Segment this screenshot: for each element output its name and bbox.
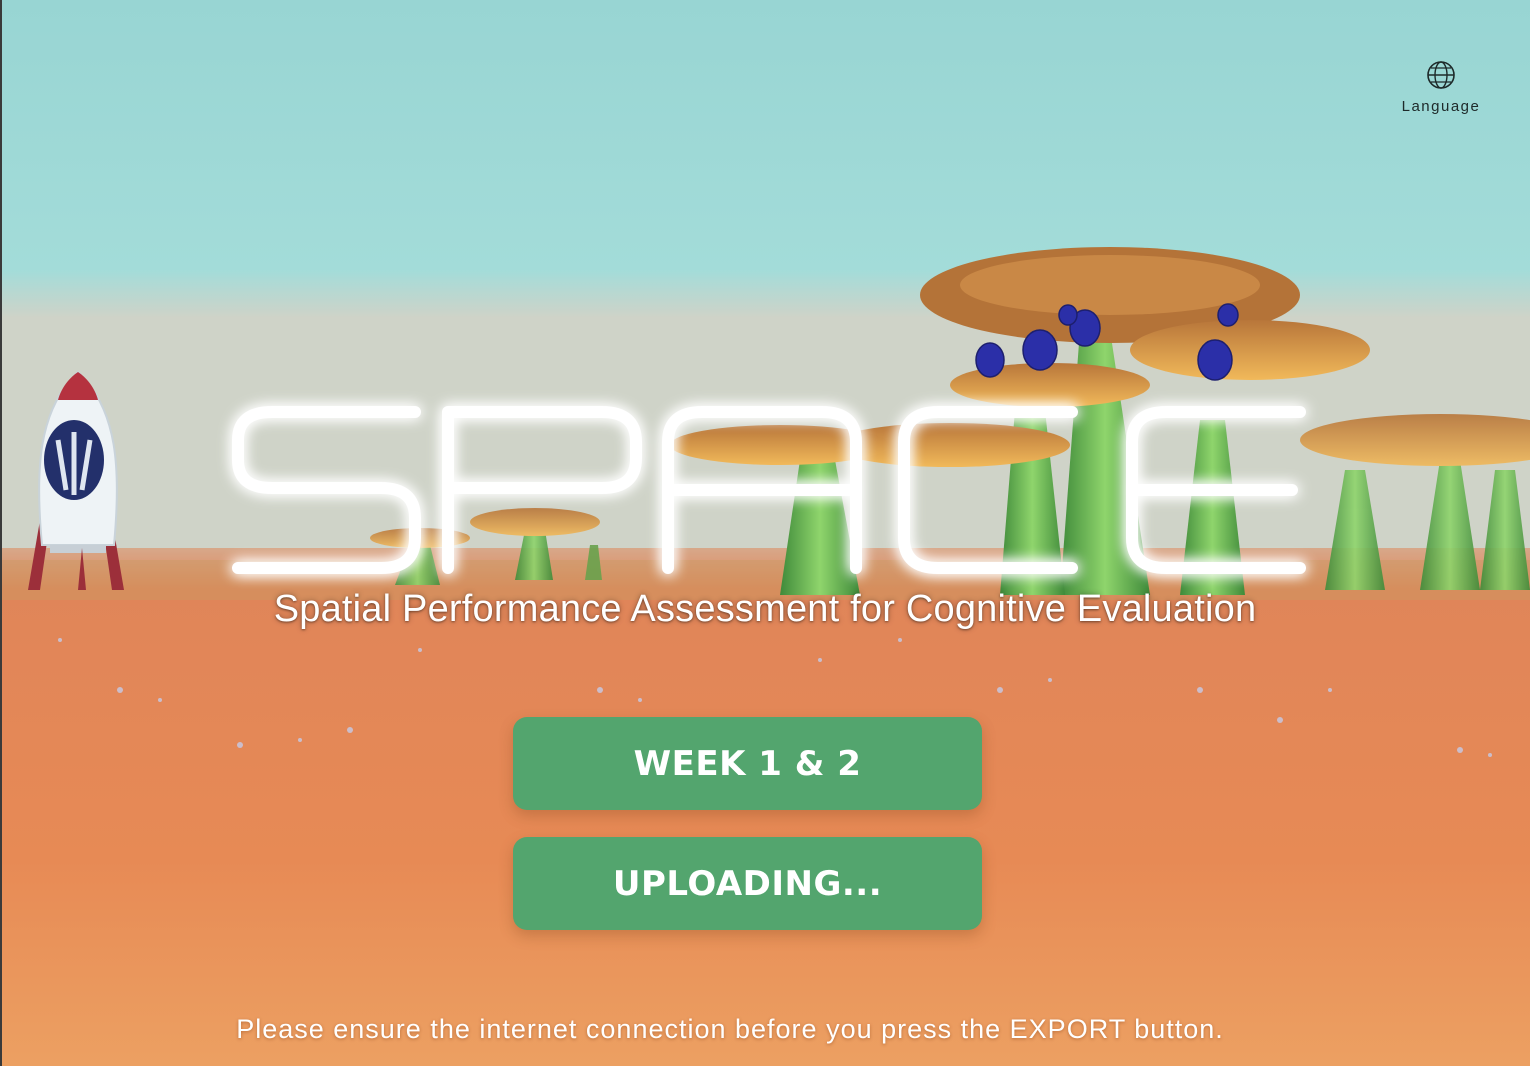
app-subtitle: Spatial Performance Assessment for Cogni… bbox=[273, 588, 1257, 630]
uploading-button[interactable]: UPLOADING... bbox=[513, 837, 982, 930]
week-1-2-button[interactable]: WEEK 1 & 2 bbox=[513, 717, 982, 810]
internet-notice: Please ensure the internet connection be… bbox=[236, 1014, 1224, 1044]
